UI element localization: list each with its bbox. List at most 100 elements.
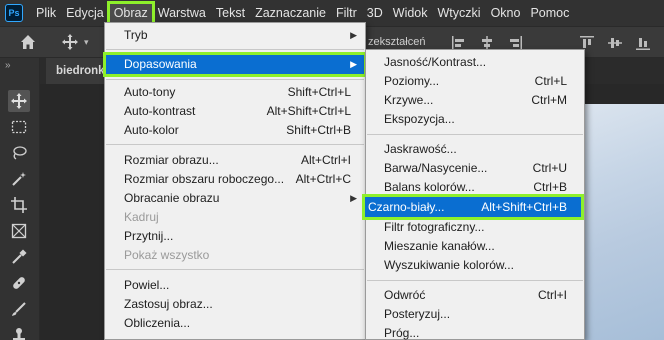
menu-okno[interactable]: Okno (486, 3, 526, 23)
menu-item-label: Ekspozycja... (384, 112, 455, 126)
menu-item-label: Pokaż wszystko (124, 248, 210, 262)
menu-item-odwroc[interactable]: Odwróć Ctrl+I (366, 286, 584, 305)
menu-item-rozmiar-obrazu[interactable]: Rozmiar obrazu... Alt+Ctrl+I (105, 151, 365, 170)
menu-item-krzywe[interactable]: Krzywe... Ctrl+M (366, 91, 584, 110)
menu-item-filtr-fotograficzny[interactable]: Filtr fotograficzny... (366, 218, 584, 237)
marquee-tool-button[interactable] (8, 116, 30, 138)
menu-item-label: Mieszanie kanałów... (384, 239, 495, 253)
menu-item-label: Krzywe... (384, 93, 434, 107)
menu-separator (106, 49, 364, 50)
menu-item-posteryzuj[interactable]: Posteryzuj... (366, 305, 584, 324)
align-bottom-icon[interactable] (636, 36, 650, 50)
lasso-icon (13, 146, 27, 160)
menu-item-label: Barwa/Nasycenie... (384, 161, 488, 175)
menu-item-shortcut: Ctrl+L (534, 74, 567, 88)
menu-item-auto-kolor[interactable]: Auto-kolor Shift+Ctrl+B (105, 121, 365, 140)
move-tool-button[interactable] (8, 90, 30, 112)
menu-item-label: Rozmiar obszaru roboczego... (124, 172, 285, 186)
menu-plik[interactable]: Plik (31, 3, 61, 23)
menu-item-obracanie[interactable]: Obracanie obrazu ▶ (105, 189, 365, 208)
menu-zaznaczanie[interactable]: Zaznaczanie (250, 3, 331, 23)
marquee-icon (11, 120, 27, 134)
menu-item-przytnij[interactable]: Przytnij... (105, 227, 365, 246)
menu-pomoc[interactable]: Pomoc (525, 3, 574, 23)
menu-item-label: Auto-kolor (124, 123, 179, 137)
menu-item-label: Czarno-biały... (368, 200, 445, 214)
menu-edycja[interactable]: Edycja (61, 3, 109, 23)
bandage-icon (13, 277, 25, 289)
align-right-icon[interactable] (508, 36, 522, 50)
menu-item-label: Posteryzuj... (384, 307, 451, 321)
magic-wand-icon (12, 172, 26, 186)
lasso-tool-button[interactable] (8, 142, 30, 164)
menu-item-mieszanie-kanalow[interactable]: Mieszanie kanałów... (366, 237, 584, 256)
menu-separator (106, 144, 364, 145)
menu-item-label: Jaskrawość... (384, 142, 457, 156)
menu-tekst[interactable]: Tekst (211, 3, 250, 23)
move-tool-icon[interactable] (62, 34, 78, 50)
menu-item-powiel[interactable]: Powiel... (105, 276, 365, 295)
transform-controls-label[interactable]: zekształceń (368, 36, 425, 48)
healing-brush-tool-button[interactable] (8, 272, 30, 294)
menu-filtr[interactable]: Filtr (331, 3, 362, 23)
eyedropper-tool-button[interactable] (8, 246, 30, 268)
menu-item-tryb[interactable]: Tryb ▶ (105, 26, 365, 45)
menu-item-prog[interactable]: Próg... (366, 324, 584, 340)
menu-obraz[interactable]: Obraz (106, 1, 155, 25)
align-left-icon[interactable] (452, 36, 466, 50)
menu-item-label: Rozmiar obrazu... (124, 153, 219, 167)
menu-item-label: Auto-kontrast (124, 104, 196, 118)
menu-item-ekspozycja[interactable]: Ekspozycja... (366, 110, 584, 129)
align-center-icon[interactable] (480, 36, 494, 50)
menu-warstwa[interactable]: Warstwa (153, 3, 211, 23)
chevron-down-icon[interactable]: ▾ (84, 37, 89, 48)
eyedropper-icon (12, 249, 27, 264)
submenu-arrow-icon: ▶ (350, 59, 357, 69)
crop-icon (11, 197, 27, 213)
stamp-tool-button[interactable] (8, 324, 30, 340)
crop-tool-button[interactable] (8, 194, 30, 216)
menu-item-zastosuj-obraz[interactable]: Zastosuj obraz... (105, 295, 365, 314)
magic-wand-tool-button[interactable] (8, 168, 30, 190)
menu-item-dopasowania[interactable]: Dopasowania ▶ (103, 52, 367, 77)
menu-separator (106, 79, 364, 80)
menu-separator (367, 280, 583, 281)
menu-item-label: Powiel... (124, 278, 170, 292)
menu-widok[interactable]: Widok (388, 3, 433, 23)
menu-item-wyszukiwanie-kolorow[interactable]: Wyszukiwanie kolorów... (366, 256, 584, 275)
menu-3d[interactable]: 3D (362, 3, 388, 23)
menu-item-label: Filtr fotograficzny... (384, 220, 485, 234)
menu-item-czarno-bialy[interactable]: Czarno-biały... Alt+Shift+Ctrl+B (362, 194, 584, 220)
home-icon[interactable] (20, 34, 36, 50)
menu-item-pokaz-wszystko: Pokaż wszystko (105, 246, 365, 265)
submenu-arrow-icon: ▶ (350, 30, 357, 40)
menu-item-label: Obracanie obrazu (124, 191, 220, 205)
align-middle-icon[interactable] (608, 36, 622, 50)
menu-item-label: Balans kolorów... (384, 180, 475, 194)
menu-item-auto-kontrast[interactable]: Auto-kontrast Alt+Shift+Ctrl+L (105, 102, 365, 121)
menu-item-jaskrawosc[interactable]: Jaskrawość... (366, 140, 584, 159)
stamp-icon (13, 328, 25, 340)
frame-icon (11, 223, 27, 239)
brush-tool-button[interactable] (8, 298, 30, 320)
menu-item-label: Tryb (124, 28, 148, 42)
menu-item-shortcut: Ctrl+M (531, 93, 567, 107)
menu-item-label: Poziomy... (384, 74, 440, 88)
menu-item-shortcut: Shift+Ctrl+L (287, 85, 351, 99)
menu-item-label: Auto-tony (124, 85, 176, 99)
menu-item-rozmiar-obszaru[interactable]: Rozmiar obszaru roboczego... Alt+Ctrl+C (105, 170, 365, 189)
menu-item-label: Odwróć (384, 288, 426, 302)
frame-tool-button[interactable] (8, 220, 30, 242)
menu-item-label: Próg... (384, 326, 420, 340)
menu-item-balans-kolorow[interactable]: Balans kolorów... Ctrl+B (366, 178, 584, 197)
menu-item-barwa-nasycenie[interactable]: Barwa/Nasycenie... Ctrl+U (366, 159, 584, 178)
align-top-icon[interactable] (580, 36, 594, 50)
menu-wtyczki[interactable]: Wtyczki (433, 3, 486, 23)
dopasowania-submenu: Jasność/Kontrast... Poziomy... Ctrl+L Kr… (362, 49, 585, 340)
menu-item-jasnosc-kontrast[interactable]: Jasność/Kontrast... (366, 53, 584, 72)
menu-item-auto-tony[interactable]: Auto-tony Shift+Ctrl+L (105, 83, 365, 102)
menu-item-shortcut: Ctrl+I (537, 288, 567, 302)
menu-item-poziomy[interactable]: Poziomy... Ctrl+L (366, 72, 584, 91)
panel-collapse-icon[interactable]: » (5, 60, 11, 71)
menu-item-obliczenia[interactable]: Obliczenia... (105, 314, 365, 333)
